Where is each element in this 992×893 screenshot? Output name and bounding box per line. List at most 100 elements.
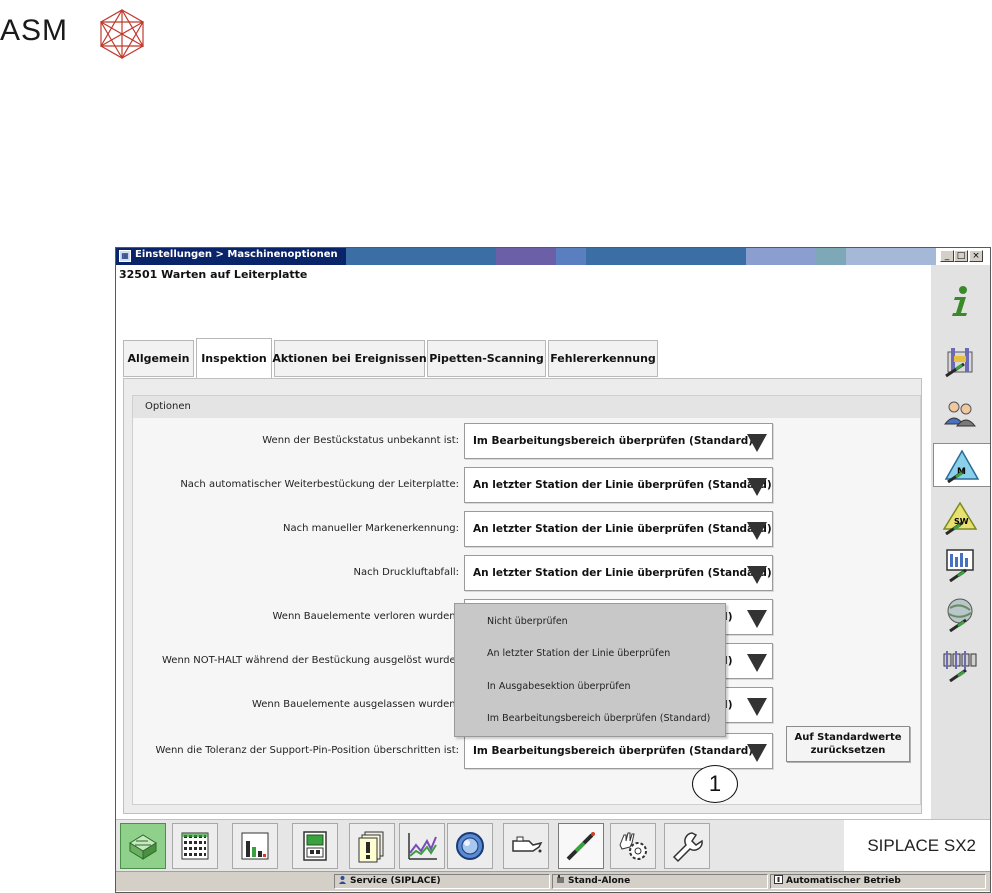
machine-icon xyxy=(557,875,564,883)
window-title: Einstellungen > Maschinenoptionen xyxy=(135,249,338,260)
option-label: Nach manueller Markenerkennung: xyxy=(282,523,459,534)
trend-chart-button[interactable] xyxy=(399,823,445,869)
dropdown-value: An letzter Station der Linie überprüfen … xyxy=(473,479,772,491)
tab-allgemein[interactable]: Allgemein xyxy=(123,340,194,377)
machine-config-button[interactable] xyxy=(935,338,985,382)
group-header: Optionen xyxy=(133,396,920,418)
dropdown-arrow-icon[interactable] xyxy=(747,434,767,452)
asm-logo-icon xyxy=(99,8,145,60)
user-icon xyxy=(339,876,346,884)
dropdown-arrow-icon[interactable] xyxy=(747,522,767,540)
option-label: Wenn der Bestückstatus unbekannt ist: xyxy=(262,435,459,446)
inspektion-panel: Optionen Wenn der Bestückstatus unbekann… xyxy=(123,378,922,814)
option-dropdown[interactable]: Im Bearbeitungsbereich überprüfen (Stand… xyxy=(464,423,773,459)
product-name: SIPLACE SX2 xyxy=(844,820,990,871)
statistics-button[interactable] xyxy=(232,823,278,869)
dropdown-arrow-icon[interactable] xyxy=(747,654,767,672)
option-dropdown[interactable]: Im Bearbeitungsbereich überprüfen (Stand… xyxy=(464,733,773,769)
dropdown-options-list[interactable]: Nicht überprüfen An letzter Station der … xyxy=(454,603,726,737)
minimize-button[interactable]: _ xyxy=(940,250,954,262)
machine-config-icon xyxy=(945,348,973,378)
feeder-icon xyxy=(303,831,327,861)
network-icon xyxy=(947,598,973,632)
close-button[interactable]: × xyxy=(969,250,983,262)
machine-options-icon: M xyxy=(944,449,980,483)
setup-grid-button[interactable] xyxy=(172,823,218,869)
statusbar-mode-text: Stand-Alone xyxy=(568,876,631,886)
status-message: 32501 Warten auf Leiterplatte xyxy=(119,268,308,281)
dropdown-value: An letzter Station der Linie überprüfen … xyxy=(473,567,772,579)
statusbar-user: Service (SIPLACE) xyxy=(334,874,550,889)
option-label: Wenn Bauelemente ausgelassen wurden: xyxy=(251,699,459,710)
wrench-icon xyxy=(672,832,703,863)
option-dropdown[interactable]: An letzter Station der Linie überprüfen … xyxy=(464,555,773,591)
callout-marker: 1 xyxy=(692,765,738,803)
hand-gear-icon xyxy=(619,832,647,860)
option-row: Nach Druckluftabfall: xyxy=(133,555,460,591)
oil-can-button[interactable] xyxy=(503,823,549,869)
dropdown-arrow-icon[interactable] xyxy=(747,566,767,584)
reset-defaults-button[interactable]: Auf Standardwerte zurücksetzen xyxy=(786,726,910,762)
line-config-button[interactable] xyxy=(935,642,985,686)
bottom-toolbar: SIPLACE SX2 xyxy=(116,819,990,871)
dropdown-option[interactable]: In Ausgabesektion überprüfen xyxy=(487,681,631,692)
camera-button[interactable] xyxy=(447,823,493,869)
dropdown-arrow-icon[interactable] xyxy=(747,610,767,628)
app-window: ▦ Einstellungen > Maschinenoptionen _ □ … xyxy=(115,247,991,893)
nozzle-icon xyxy=(566,832,595,861)
tab-aktionen-bei-ereignissen[interactable]: Aktionen bei Ereignissen xyxy=(272,340,427,377)
dropdown-arrow-icon[interactable] xyxy=(747,744,767,762)
dropdown-value: An letzter Station der Linie überprüfen … xyxy=(473,523,772,535)
monitor-button[interactable] xyxy=(935,542,985,586)
wrench-button[interactable] xyxy=(664,823,710,869)
option-row: Nach automatischer Weiterbestückung der … xyxy=(133,467,459,503)
info-icon xyxy=(952,286,967,316)
tab-fehlererkennung[interactable]: Fehlererkennung xyxy=(548,340,658,377)
production-icon xyxy=(129,834,157,860)
dropdown-option[interactable]: Im Bearbeitungsbereich überprüfen (Stand… xyxy=(487,713,710,724)
feeder-button[interactable] xyxy=(292,823,338,869)
dropdown-value: Im Bearbeitungsbereich überprüfen (Stand… xyxy=(473,435,754,447)
setup-grid-icon xyxy=(181,832,209,860)
option-label: Wenn Bauelemente verloren wurden: xyxy=(272,611,460,622)
option-label: Nach automatischer Weiterbestückung der … xyxy=(180,479,459,490)
dropdown-arrow-icon[interactable] xyxy=(747,478,767,496)
info-button[interactable] xyxy=(935,279,985,323)
dropdown-option[interactable]: Nicht überprüfen xyxy=(487,616,568,627)
option-row: Wenn Bauelemente verloren wurden: xyxy=(133,599,460,635)
option-label: Nach Druckluftabfall: xyxy=(353,567,460,578)
statistics-icon xyxy=(241,832,269,860)
option-label: Wenn die Toleranz der Support-Pin-Positi… xyxy=(155,745,459,756)
optionen-group: Optionen Wenn der Bestückstatus unbekann… xyxy=(132,395,921,805)
right-toolbar: M SW xyxy=(931,265,990,819)
network-button[interactable] xyxy=(935,592,985,636)
hand-gear-button[interactable] xyxy=(610,823,656,869)
messages-icon xyxy=(358,831,384,863)
maximize-button[interactable]: □ xyxy=(954,250,968,262)
production-button[interactable] xyxy=(120,823,166,869)
statusbar-operation: Automatischer Betrieb xyxy=(770,874,986,889)
option-row: Nach manueller Markenerkennung: xyxy=(133,511,459,547)
messages-button[interactable] xyxy=(349,823,395,869)
option-dropdown[interactable]: An letzter Station der Linie überprüfen … xyxy=(464,467,773,503)
line-config-icon xyxy=(943,651,977,682)
nozzle-button[interactable] xyxy=(558,823,604,869)
asm-logo-text: ASM xyxy=(0,14,69,47)
option-dropdown[interactable]: An letzter Station der Linie überprüfen … xyxy=(464,511,773,547)
dropdown-arrow-icon[interactable] xyxy=(747,698,767,716)
machine-options-button[interactable]: M xyxy=(933,443,990,487)
software-button[interactable]: SW xyxy=(935,495,985,539)
users-icon xyxy=(943,401,977,427)
group-title: Optionen xyxy=(145,401,191,412)
title-bar[interactable]: ▦ Einstellungen > Maschinenoptionen _ □ … xyxy=(116,248,990,265)
option-label: Wenn NOT-HALT während der Bestückung aus… xyxy=(161,655,459,666)
option-row: Wenn der Bestückstatus unbekannt ist: xyxy=(133,423,459,459)
oil-can-icon xyxy=(512,836,543,853)
software-icon: SW xyxy=(942,501,978,535)
tab-inspektion[interactable]: Inspektion xyxy=(196,338,272,378)
dropdown-option[interactable]: An letzter Station der Linie überprüfen xyxy=(487,648,670,659)
status-bar: Service (SIPLACE) Stand-Alone Automatisc… xyxy=(116,871,990,891)
tab-pipetten-scanning[interactable]: Pipetten-Scanning xyxy=(427,340,546,377)
statusbar-user-text: Service (SIPLACE) xyxy=(350,876,441,886)
users-button[interactable] xyxy=(935,392,985,436)
